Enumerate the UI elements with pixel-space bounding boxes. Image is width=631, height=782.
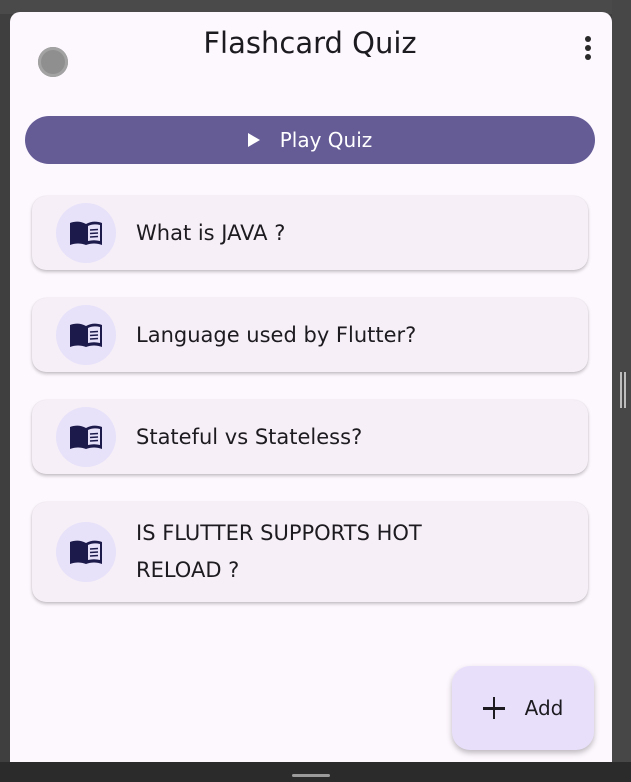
flashcard-item[interactable]: IS FLUTTER SUPPORTS HOT RELOAD ? [32,502,588,602]
book-icon-circle [56,305,116,365]
home-indicator[interactable] [292,774,330,777]
book-icon [70,540,102,564]
book-icon [70,221,102,245]
book-icon-circle [56,203,116,263]
book-icon-circle [56,407,116,467]
flashcard-item[interactable]: Stateful vs Stateless? [32,400,588,474]
add-label: Add [524,696,564,720]
page-title: Flashcard Quiz [203,26,417,60]
flashcard-question: Stateful vs Stateless? [136,424,363,449]
play-quiz-button[interactable]: Play Quiz [25,116,595,164]
book-icon [70,323,102,347]
avatar[interactable] [38,47,68,77]
more-vertical-icon[interactable] [582,36,594,64]
add-icon [482,697,505,719]
add-button[interactable]: Add [452,666,594,750]
book-icon-circle [56,522,116,582]
flashcard-item[interactable]: Language used by Flutter? [32,298,588,372]
window-frame-bottom [0,762,631,782]
book-icon [70,425,102,449]
flashcard-question: What is JAVA ? [136,220,286,245]
resize-handle[interactable] [620,372,626,408]
flashcard-item[interactable]: What is JAVA ? [32,196,588,270]
flashcard-question: IS FLUTTER SUPPORTS HOT RELOAD ? [136,521,422,582]
play-quiz-label: Play Quiz [279,128,373,152]
app-screen: Flashcard Quiz Play Quiz What is JAVA ? [10,12,612,762]
flashcard-question: Language used by Flutter? [136,322,417,347]
play-icon [247,133,260,147]
